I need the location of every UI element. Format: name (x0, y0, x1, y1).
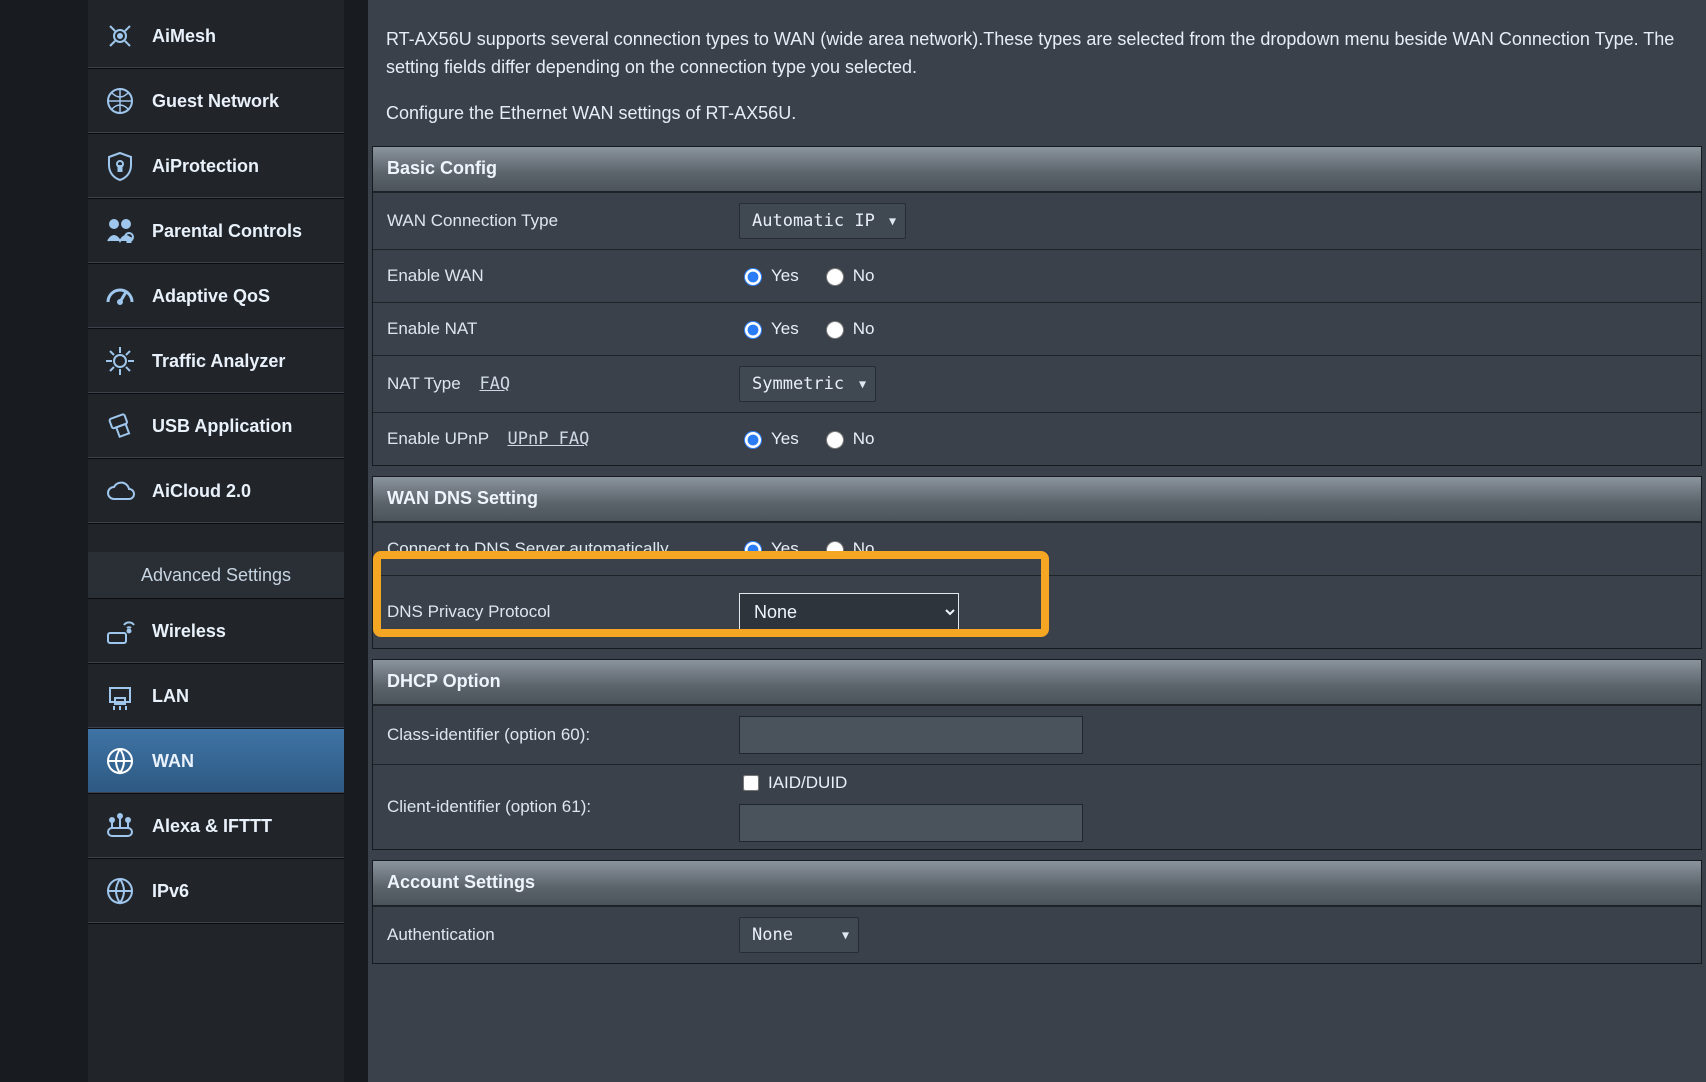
label-dns-privacy: DNS Privacy Protocol (373, 590, 727, 634)
radio-label: Yes (771, 539, 799, 559)
radio-label: No (853, 266, 875, 286)
intro-paragraph-1: RT-AX56U supports several connection typ… (386, 26, 1688, 82)
label-enable-nat: Enable NAT (373, 307, 727, 351)
radio-enable-wan-no[interactable]: No (821, 265, 875, 286)
sidebar-item-aicloud-2-0[interactable]: AiCloud 2.0 (88, 459, 344, 524)
checkbox-iaid-duid[interactable]: IAID/DUID (739, 772, 847, 794)
label-client-identifier: Client-identifier (option 61): (373, 785, 727, 829)
sidebar-item-ipv6[interactable]: IPv6 (88, 859, 344, 924)
select-nat-type[interactable]: Symmetric (739, 366, 876, 402)
label-text: Enable UPnP (387, 429, 489, 448)
sidebar-item-parental-controls[interactable]: Parental Controls (88, 199, 344, 264)
panel-account-settings: Account Settings Authentication None (372, 860, 1702, 964)
radio-dns-auto-no[interactable]: No (821, 538, 875, 559)
label-class-identifier: Class-identifier (option 60): (373, 713, 727, 757)
label-dns-auto: Connect to DNS Server automatically (373, 527, 727, 571)
panel-basic-config: Basic Config WAN Connection Type Automat… (372, 146, 1702, 466)
usb-icon (102, 408, 138, 444)
sidebar-item-label: Alexa & IFTTT (152, 816, 272, 837)
guest-icon (102, 83, 138, 119)
select-authentication[interactable]: None (739, 917, 859, 953)
panel-wan-dns: WAN DNS Setting Connect to DNS Server au… (372, 476, 1702, 649)
radio-label: Yes (771, 319, 799, 339)
label-enable-wan: Enable WAN (373, 254, 727, 298)
radio-label: No (853, 429, 875, 449)
sidebar-item-usb-application[interactable]: USB Application (88, 394, 344, 459)
panel-header-basic: Basic Config (373, 147, 1701, 192)
sidebar-item-label: Parental Controls (152, 221, 302, 242)
radio-dns-auto-yes[interactable]: Yes (739, 538, 799, 559)
sidebar-item-lan[interactable]: LAN (88, 664, 344, 729)
sidebar-item-aimesh[interactable]: AiMesh (88, 4, 344, 69)
sidebar-item-label: Traffic Analyzer (152, 351, 285, 372)
sidebar-item-label: AiMesh (152, 26, 216, 47)
radio-enable-nat-yes[interactable]: Yes (739, 318, 799, 339)
sidebar-item-wan[interactable]: WAN (88, 729, 344, 794)
radio-label: No (853, 539, 875, 559)
sidebar-item-label: AiCloud 2.0 (152, 481, 251, 502)
sidebar-item-label: LAN (152, 686, 189, 707)
sidebar-item-label: IPv6 (152, 881, 189, 902)
sidebar-item-adaptive-qos[interactable]: Adaptive QoS (88, 264, 344, 329)
traffic-icon (102, 343, 138, 379)
sidebar-item-guest-network[interactable]: Guest Network (88, 69, 344, 134)
panel-dhcp-option: DHCP Option Class-identifier (option 60)… (372, 659, 1702, 850)
wireless-icon (102, 613, 138, 649)
layout-gap (344, 0, 368, 1082)
radio-enable-wan-yes[interactable]: Yes (739, 265, 799, 286)
select-dns-privacy-protocol[interactable]: None (739, 593, 959, 631)
label-wan-connection-type: WAN Connection Type (373, 199, 727, 243)
radio-enable-nat-no[interactable]: No (821, 318, 875, 339)
sidebar-item-label: Wireless (152, 621, 226, 642)
alexa-icon (102, 808, 138, 844)
lan-icon (102, 678, 138, 714)
select-wan-connection-type[interactable]: Automatic IP (739, 203, 906, 239)
label-authentication: Authentication (373, 913, 727, 957)
sidebar-item-label: USB Application (152, 416, 292, 437)
checkbox-label: IAID/DUID (768, 773, 847, 793)
sidebar-item-label: Adaptive QoS (152, 286, 270, 307)
advanced-settings-header: Advanced Settings (88, 552, 344, 599)
radio-label: Yes (771, 266, 799, 286)
sidebar-item-traffic-analyzer[interactable]: Traffic Analyzer (88, 329, 344, 394)
link-upnp-faq[interactable]: UPnP FAQ (508, 429, 590, 449)
radio-label: Yes (771, 429, 799, 449)
sidebar-item-label: Guest Network (152, 91, 279, 112)
parental-icon (102, 213, 138, 249)
qos-icon (102, 278, 138, 314)
left-margin (0, 0, 88, 1082)
radio-label: No (853, 319, 875, 339)
panel-header-dns: WAN DNS Setting (373, 477, 1701, 522)
sidebar-item-alexa-ifttt[interactable]: Alexa & IFTTT (88, 794, 344, 859)
sidebar-item-wireless[interactable]: Wireless (88, 599, 344, 664)
label-enable-upnp: Enable UPnP UPnP FAQ (373, 417, 727, 461)
wan-icon (102, 743, 138, 779)
link-nat-faq[interactable]: FAQ (479, 374, 510, 394)
radio-upnp-no[interactable]: No (821, 428, 875, 449)
intro-text: RT-AX56U supports several connection typ… (372, 0, 1702, 146)
intro-paragraph-2: Configure the Ethernet WAN settings of R… (386, 100, 1688, 128)
sidebar-item-label: WAN (152, 751, 194, 772)
cloud-icon (102, 473, 138, 509)
input-class-identifier[interactable] (739, 716, 1083, 754)
label-nat-type: NAT Type FAQ (373, 362, 727, 406)
input-client-identifier[interactable] (739, 804, 1083, 842)
aimesh-icon (102, 18, 138, 54)
sidebar: AiMesh Guest Network AiProtection Parental … (88, 0, 344, 1082)
panel-header-account: Account Settings (373, 861, 1701, 906)
main-content: RT-AX56U supports several connection typ… (368, 0, 1706, 1082)
radio-upnp-yes[interactable]: Yes (739, 428, 799, 449)
sidebar-item-aiprotection[interactable]: AiProtection (88, 134, 344, 199)
sidebar-item-label: AiProtection (152, 156, 259, 177)
ipv6-icon (102, 873, 138, 909)
label-text: NAT Type (387, 374, 461, 393)
shield-icon (102, 148, 138, 184)
panel-header-dhcp: DHCP Option (373, 660, 1701, 705)
